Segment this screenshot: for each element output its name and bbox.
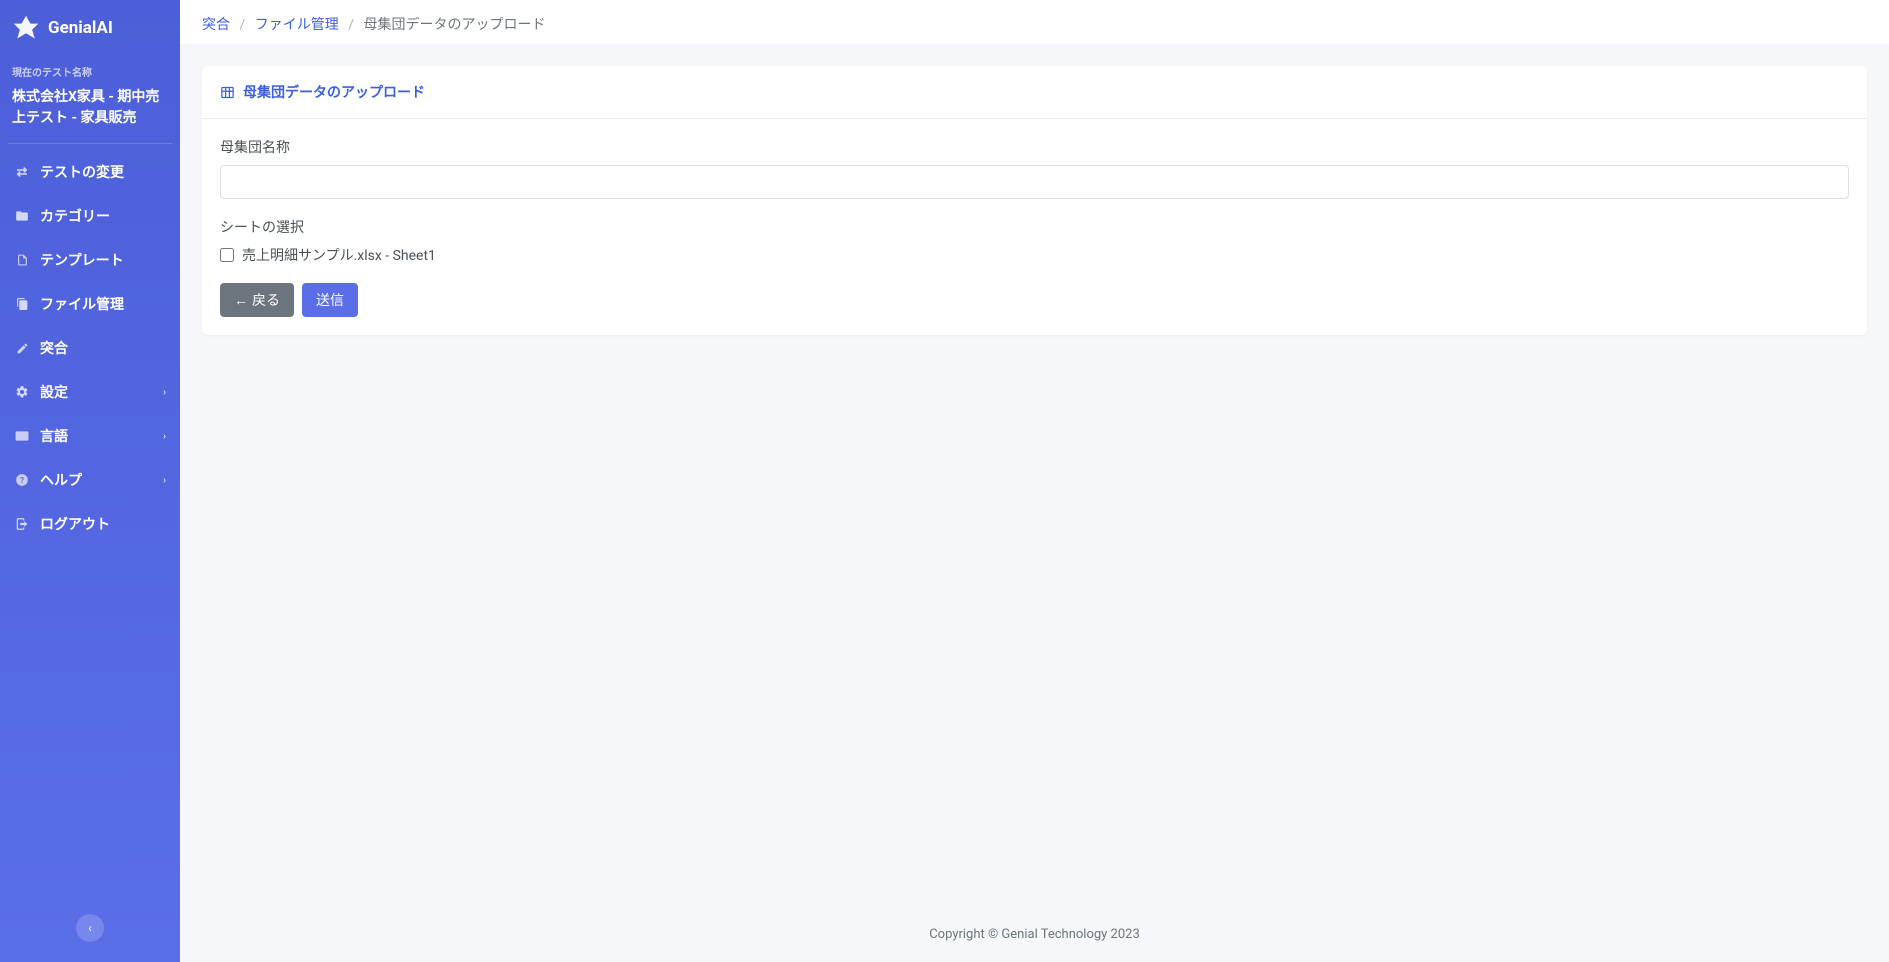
population-name-input[interactable] <box>220 165 1849 199</box>
brand-logo-icon <box>12 14 40 42</box>
chevron-right-icon: › <box>163 431 166 442</box>
chevron-right-icon: › <box>163 475 166 486</box>
content: 母集団データのアップロード 母集団名称 シートの選択 売上明細サンプル.xlsx… <box>180 44 1889 913</box>
sidebar-item-category[interactable]: カテゴリー <box>0 194 180 238</box>
sheet-option-checkbox[interactable] <box>220 248 234 262</box>
sidebar-item-help[interactable]: ? ヘルプ › <box>0 458 180 502</box>
topbar: 突合 / ファイル管理 / 母集団データのアップロード <box>180 0 1889 44</box>
upload-card: 母集団データのアップロード 母集団名称 シートの選択 売上明細サンプル.xlsx… <box>202 66 1867 335</box>
current-test-name: 株式会社X家具 - 期中売上テスト - 家具販売 <box>0 83 180 143</box>
sidebar-item-file-management[interactable]: ファイル管理 <box>0 282 180 326</box>
file-icon <box>14 253 30 267</box>
sidebar-item-label: ファイル管理 <box>40 294 124 314</box>
sidebar-collapse-button[interactable]: ‹ <box>76 914 104 942</box>
language-icon <box>14 430 30 442</box>
breadcrumb-separator: / <box>342 17 360 33</box>
breadcrumb-link-file-management[interactable]: ファイル管理 <box>255 17 339 33</box>
arrow-left-icon: ← <box>234 292 248 308</box>
sidebar-item-label: 言語 <box>40 426 68 446</box>
card-header: 母集団データのアップロード <box>202 66 1867 119</box>
submit-button[interactable]: 送信 <box>302 283 358 317</box>
footer-text: Copyright © Genial Technology 2023 <box>929 927 1140 942</box>
population-name-label: 母集団名称 <box>220 137 1849 157</box>
sidebar-item-label: テンプレート <box>40 250 124 270</box>
help-icon: ? <box>14 473 30 487</box>
submit-button-label: 送信 <box>316 290 344 310</box>
sidebar-item-template[interactable]: テンプレート <box>0 238 180 282</box>
breadcrumb-current: 母集団データのアップロード <box>364 17 546 33</box>
brand-name: GenialAI <box>48 18 113 38</box>
svg-text:?: ? <box>20 475 24 485</box>
sidebar-item-change-test[interactable]: ⇄ テストの変更 <box>0 150 180 194</box>
sidebar-item-settings[interactable]: 設定 › <box>0 370 180 414</box>
breadcrumb: 突合 / ファイル管理 / 母集団データのアップロード <box>202 14 1867 34</box>
breadcrumb-link-vouching[interactable]: 突合 <box>202 17 230 33</box>
sidebar-nav: ⇄ テストの変更 カテゴリー テンプレート ファイル管理 突合 <box>0 144 180 552</box>
sheet-option-row: 売上明細サンプル.xlsx - Sheet1 <box>220 245 1849 265</box>
sidebar-item-label: 設定 <box>40 382 68 402</box>
chevron-left-icon: ‹ <box>88 921 92 935</box>
sheet-select-label: シートの選択 <box>220 217 1849 237</box>
back-button[interactable]: ← 戻る <box>220 283 294 317</box>
copy-icon <box>14 297 30 311</box>
sidebar-item-language[interactable]: 言語 › <box>0 414 180 458</box>
logout-icon <box>14 517 30 531</box>
card-title: 母集団データのアップロード <box>243 82 425 102</box>
main: 突合 / ファイル管理 / 母集団データのアップロード 母集団データのアップロー… <box>180 0 1889 962</box>
sidebar-item-vouching[interactable]: 突合 <box>0 326 180 370</box>
folder-icon <box>14 209 30 223</box>
chevron-right-icon: › <box>163 387 166 398</box>
sidebar-item-label: テストの変更 <box>40 162 124 182</box>
sidebar-item-label: ログアウト <box>40 514 110 534</box>
brand[interactable]: GenialAI <box>0 0 180 58</box>
sidebar-item-logout[interactable]: ログアウト <box>0 502 180 546</box>
gear-icon <box>14 385 30 399</box>
button-row: ← 戻る 送信 <box>220 283 1849 317</box>
breadcrumb-separator: / <box>233 17 251 33</box>
card-body: 母集団名称 シートの選択 売上明細サンプル.xlsx - Sheet1 ← 戻る… <box>202 119 1867 335</box>
back-button-label: 戻る <box>252 290 280 310</box>
swap-icon: ⇄ <box>14 165 30 180</box>
sidebar-item-label: ヘルプ <box>40 470 82 490</box>
table-icon <box>220 85 235 100</box>
sidebar: GenialAI 現在のテスト名称 株式会社X家具 - 期中売上テスト - 家具… <box>0 0 180 962</box>
current-test-label: 現在のテスト名称 <box>0 58 180 83</box>
sidebar-item-label: 突合 <box>40 338 68 358</box>
sheet-option-label: 売上明細サンプル.xlsx - Sheet1 <box>242 245 436 265</box>
edit-icon <box>14 342 30 355</box>
footer: Copyright © Genial Technology 2023 <box>180 913 1889 962</box>
sidebar-item-label: カテゴリー <box>40 206 110 226</box>
